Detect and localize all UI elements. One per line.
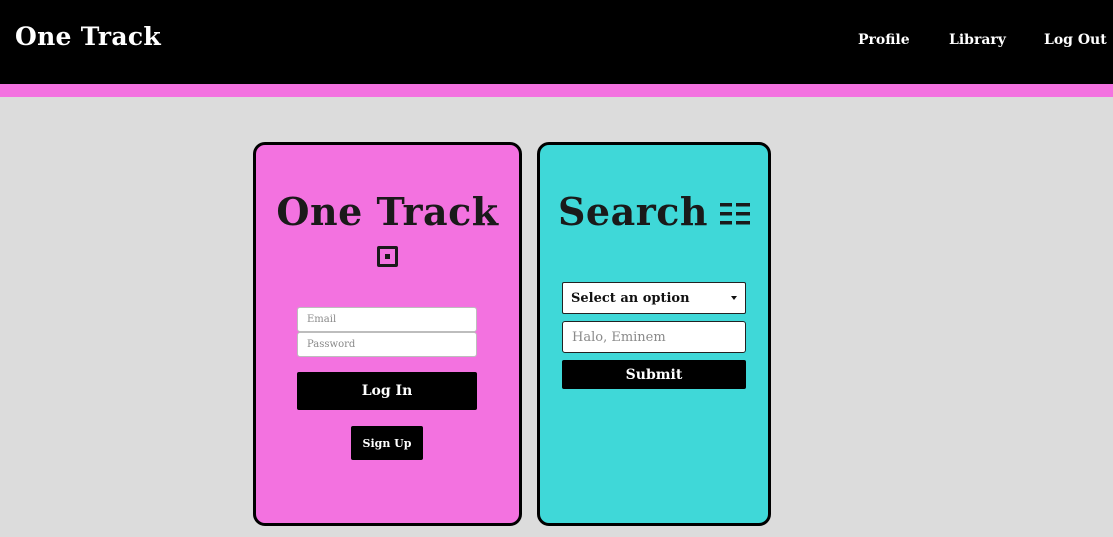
email-input[interactable] xyxy=(297,307,477,332)
signup-button[interactable]: Sign Up xyxy=(351,426,423,460)
nav-profile-link[interactable]: Profile xyxy=(858,32,910,48)
nav-library-link[interactable]: Library xyxy=(949,32,1006,48)
search-type-select[interactable]: Select an option xyxy=(562,282,746,314)
search-card-title: Search xyxy=(557,189,709,234)
select-value: Select an option xyxy=(571,291,690,306)
top-navbar: One Track Profile Library Log Out xyxy=(0,0,1113,84)
search-card: Search Select an option Submit xyxy=(537,142,771,526)
login-button[interactable]: Log In xyxy=(297,372,477,410)
submit-button[interactable]: Submit xyxy=(562,360,746,389)
nav-logout-link[interactable]: Log Out xyxy=(1044,32,1107,48)
brand-logo-text[interactable]: One Track xyxy=(15,22,161,51)
search-card-header: Search xyxy=(540,189,768,234)
login-card: One Track Log In Sign Up xyxy=(253,142,522,526)
accent-divider xyxy=(0,84,1113,97)
dot-square-icon xyxy=(377,246,398,267)
login-card-title: One Track xyxy=(276,189,499,234)
password-input[interactable] xyxy=(297,332,477,357)
list-icon xyxy=(720,201,751,227)
caret-down-icon xyxy=(731,296,737,300)
search-input[interactable] xyxy=(562,321,746,353)
